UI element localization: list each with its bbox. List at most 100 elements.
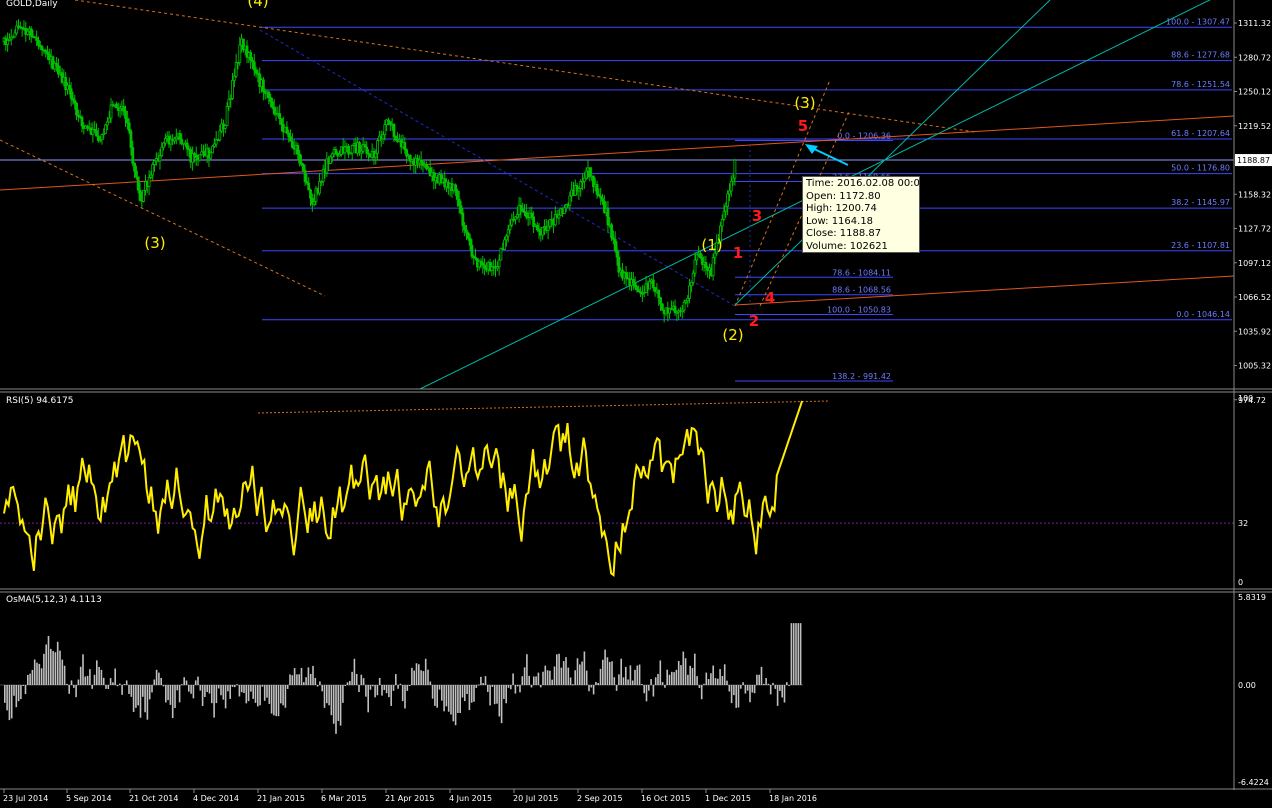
osma-bar [323,685,326,708]
fib-level-label: 138.2 - 991.42 [832,372,891,381]
osma-bar [666,669,668,685]
candle-body [227,98,231,107]
osma-bar [116,685,119,687]
osma-bar [381,685,383,696]
candle-body [457,198,461,207]
osma-bar [450,685,452,715]
osma-bar [119,683,121,685]
osma-bar [687,674,689,685]
candle-body [180,139,184,144]
osma-bar [98,666,100,685]
candle-body [691,272,695,283]
fib-level-label: 78.6 - 1084.11 [832,268,891,277]
candle-body [461,212,465,227]
osma-bar [576,658,579,685]
osma-bar [125,680,128,685]
osma-bar [721,675,724,685]
osma-bar [733,685,735,696]
time-axis-label: 1 Dec 2015 [705,794,751,803]
osma-bar [783,685,786,703]
osma-bar [680,665,682,685]
candle-body [218,130,222,141]
candle-body [296,145,300,155]
candle-body [209,152,213,159]
osma-bar [684,658,687,685]
osma-bar [641,684,643,686]
osma-bar [457,685,459,713]
candle-body [6,40,10,45]
osma-bar [275,685,277,717]
osma-bar [399,683,402,685]
wave-label-yellow: (4) [247,0,268,10]
osma-bar [500,685,503,724]
candle-body [633,282,637,288]
candle-body [456,190,459,200]
candle-body [720,218,724,227]
osma-bar [36,662,38,685]
candle-body [733,159,737,179]
osma-bar [459,685,461,714]
osma-bar [401,685,404,702]
candle-body [26,30,29,35]
fib-level-label: 23.6 - 1107.81 [1171,241,1230,250]
osma-axis-label: 5.8319 [1238,593,1266,602]
osma-bar [176,685,179,691]
rsi-axis-label: 32 [1238,519,1248,528]
osma-bar [461,685,464,698]
osma-bar [174,685,176,709]
candle-body [13,32,17,38]
osma-bar [31,669,34,685]
osma-bar [86,675,89,685]
osma-bar [707,679,710,685]
osma-bar [700,685,703,700]
osma-bar [40,668,43,685]
candle-body [582,177,586,182]
osma-bar [602,659,604,685]
osma-bar [503,685,505,699]
osma-bar [404,685,406,709]
osma-bar [735,685,737,708]
osma-bar [224,685,227,709]
osma-bar [790,623,793,685]
osma-bar [29,673,31,685]
osma-bar [132,685,135,712]
time-axis-label: 21 Apr 2015 [385,794,434,803]
osma-bar [631,680,634,685]
candle-body [290,140,294,148]
osma-bar [413,670,415,685]
wave-label-yellow: (3) [144,234,165,252]
osma-bar [636,665,639,685]
osma-bar [431,685,434,699]
osma-bar [188,685,190,692]
osma-bar [309,673,312,685]
osma-bar [100,669,103,685]
osma-bar [130,685,133,697]
osma-bar [75,685,77,698]
candle-body [151,164,155,176]
osma-bar [703,683,705,685]
candle-body [459,205,463,214]
osma-bar [726,680,728,685]
osma-bar [466,685,468,695]
osma-bar [795,623,797,685]
osma-bar [372,685,374,687]
osma-bar [581,661,583,685]
osma-bar [528,675,530,685]
candle-body [198,154,202,161]
osma-bar [61,659,64,685]
osma-bar [730,685,733,704]
candle-body [178,133,182,140]
osma-bar [326,685,328,704]
osma-bar [263,685,266,701]
osma-bar [316,685,319,687]
osma-bar [321,685,323,692]
osma-bar [608,661,611,685]
candle-body [309,189,312,199]
candle-body [693,259,697,274]
osma-bar [537,672,540,685]
candle-body [303,170,307,182]
osma-bar [673,672,675,685]
osma-bar [454,685,457,726]
candle-body [285,126,289,134]
candle-body [37,39,40,46]
